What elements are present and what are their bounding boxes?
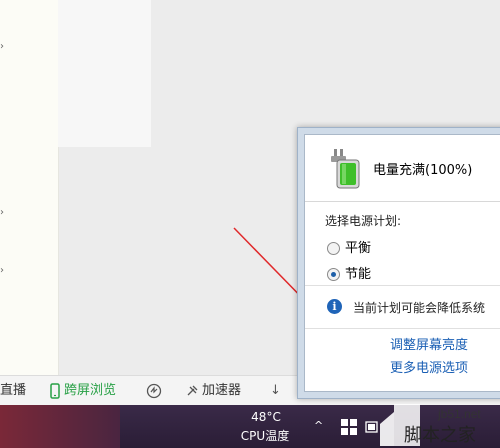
- taskbar-app-area[interactable]: [0, 405, 120, 448]
- power-plan-prompt: 选择电源计划:: [325, 214, 402, 228]
- tray-expand-icon[interactable]: ^: [314, 419, 323, 432]
- plan-label: 平衡: [345, 241, 372, 256]
- adjust-brightness-link[interactable]: 调整屏幕亮度: [390, 334, 468, 353]
- pin-icon: [187, 385, 198, 395]
- watermark-url: jb51.net: [437, 407, 481, 421]
- accelerator-button[interactable]: 加速器: [185, 376, 241, 406]
- info-icon: i: [327, 299, 342, 314]
- more-power-options-link[interactable]: 更多电源选项: [390, 357, 468, 376]
- cross-screen-button[interactable]: 跨屏浏览: [50, 376, 116, 406]
- live-button[interactable]: 直播: [0, 376, 26, 406]
- radio-selected-icon[interactable]: [327, 268, 340, 281]
- windows-logo-icon[interactable]: [340, 418, 358, 436]
- battery-plug-icon: [331, 149, 360, 189]
- plan-label: 节能: [345, 267, 372, 282]
- plan-info-text: 当前计划可能会降低系统: [353, 301, 486, 315]
- accelerator-label: 加速器: [202, 383, 242, 398]
- power-flyout-body: 电量充满(100%) 选择电源计划: 平衡 节能 i 当前计划可能会降低系统 调…: [304, 134, 500, 392]
- download-icon[interactable]: ↓: [270, 376, 281, 406]
- site-watermark: jb51.net 脚本之家: [380, 404, 481, 446]
- plan-power-saver-option[interactable]: 节能: [327, 263, 372, 282]
- refresh-icon[interactable]: [145, 376, 163, 406]
- battery-tray-icon[interactable]: [364, 419, 380, 435]
- phone-icon: [50, 382, 60, 399]
- watermark-name: 脚本之家: [404, 425, 476, 446]
- plan-balanced-option[interactable]: 平衡: [327, 237, 372, 256]
- cpu-temperature: 48°C: [251, 410, 281, 424]
- radio-unselected-icon[interactable]: [327, 242, 340, 255]
- battery-status-text: 电量充满(100%): [373, 163, 473, 178]
- power-flyout: 电量充满(100%) 选择电源计划: 平衡 节能 i 当前计划可能会降低系统 调…: [297, 127, 500, 399]
- cpu-temp-label: CPU温度: [240, 429, 290, 443]
- cross-screen-label: 跨屏浏览: [64, 383, 117, 398]
- battery-status-section: 电量充满(100%): [305, 135, 500, 202]
- plan-info-row: i 当前计划可能会降低系统: [305, 285, 500, 329]
